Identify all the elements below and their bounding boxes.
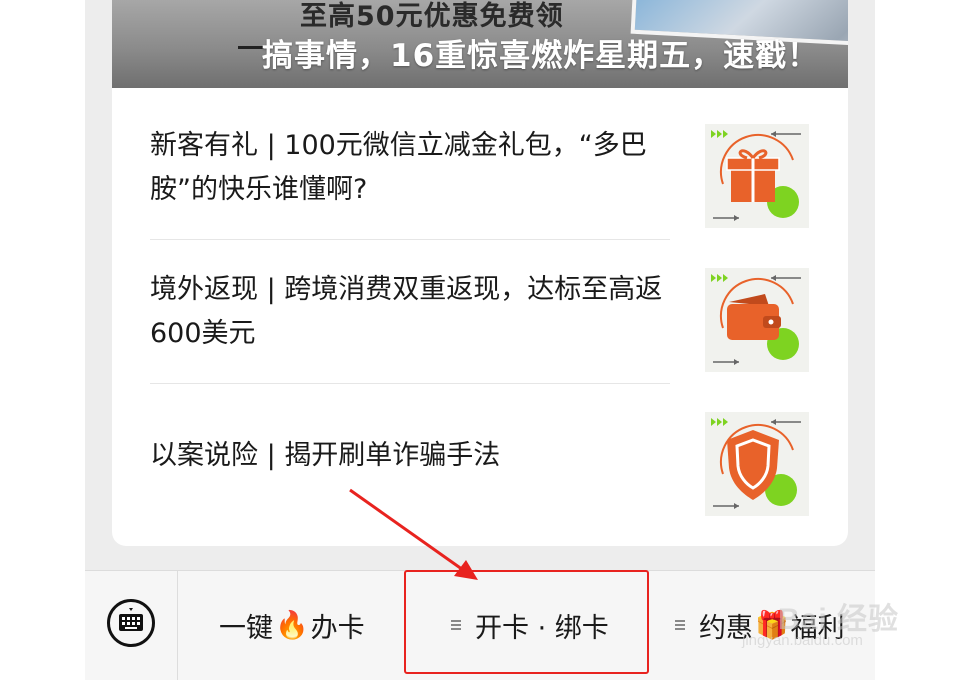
annotation-arrow xyxy=(349,488,478,580)
watermark: Bai 经验 jingyan.baidu.com xyxy=(736,588,916,658)
watermark-url: jingyan.baidu.com xyxy=(742,632,863,649)
